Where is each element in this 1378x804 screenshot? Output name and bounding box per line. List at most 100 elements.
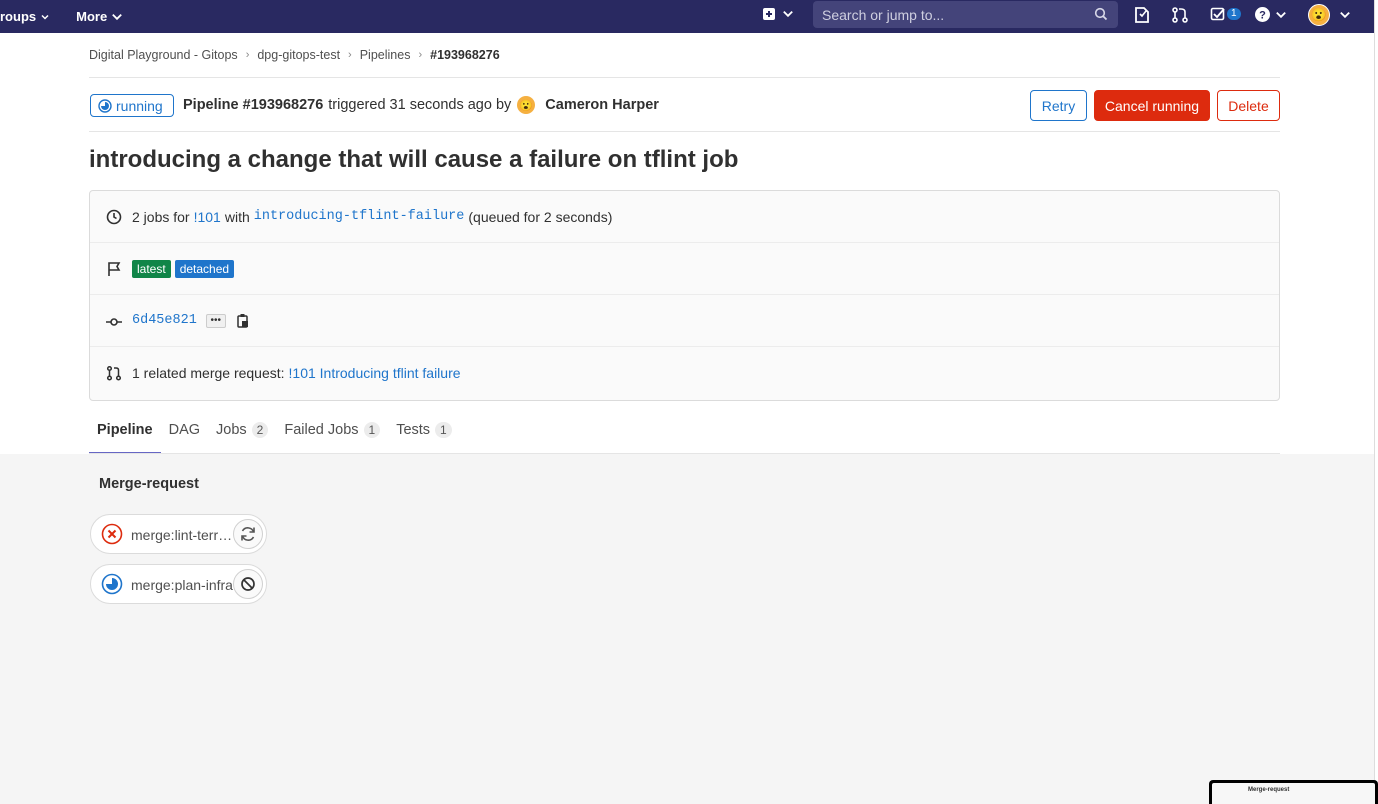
job-name: merge:plan-infra [131,577,233,593]
tab-tests[interactable]: Tests 1 [388,414,460,454]
top-navbar: roups More 1 ? 😮 [0,0,1374,33]
chevron-right-icon: › [418,49,423,61]
pipeline-status-badge[interactable]: running [90,94,174,117]
tab-count-badge: 1 [435,422,452,438]
chevron-down-icon [1276,11,1286,18]
cancel-running-button[interactable]: Cancel running [1094,90,1210,121]
tab-count-badge: 1 [363,422,381,438]
help-icon: ? [1255,7,1270,22]
queued-text: (queued for 2 seconds) [468,208,613,225]
status-running-icon [101,573,123,595]
divider [89,131,1280,132]
chevron-right-icon: › [245,49,250,61]
pipeline-id-label: Pipeline #193968276 [183,97,324,113]
commit-info: 6d45e821 ••• [132,313,250,328]
status-running-icon [98,98,112,113]
merge-requests-icon[interactable] [1171,6,1189,24]
user-menu[interactable]: 😮 [1308,4,1351,26]
tab-jobs[interactable]: Jobs 2 [208,414,276,454]
tab-pipeline[interactable]: Pipeline [89,414,161,454]
author-name[interactable]: Cameron Harper [545,97,659,113]
author-avatar[interactable]: 😮 [517,96,536,114]
related-mr-row: 1 related merge request: !101 Introducin… [90,347,1279,399]
commit-row: 6d45e821 ••• [90,295,1279,347]
merge-request-icon [106,365,122,381]
labels-row: latest detached [90,243,1279,295]
new-menu-button[interactable] [762,7,794,21]
page-title: introducing a change that will cause a f… [89,146,739,173]
issues-icon[interactable] [1134,6,1150,24]
tab-label: Pipeline [97,422,153,438]
triggered-text: triggered 31 seconds ago by [328,97,512,113]
chevron-down-icon [1340,11,1350,19]
plus-square-icon [763,8,775,20]
breadcrumb: Digital Playground - Gitops › dpg-gitops… [89,48,500,62]
breadcrumb-pipelines[interactable]: Pipelines [360,48,411,62]
jobs-info-row: 2 jobs for !101 with introducing-tflint-… [90,191,1279,243]
expand-commit-message-button[interactable]: ••• [205,313,226,328]
flag-icon [108,262,121,276]
search-box[interactable] [813,1,1118,28]
clock-icon [106,209,122,225]
help-menu[interactable]: ? [1254,6,1287,23]
tab-count-badge: 2 [251,422,269,438]
chevron-right-icon: › [348,49,352,61]
jobs-prefix: 2 jobs for [132,208,190,225]
cancel-icon [241,577,255,591]
job-lint-terraform[interactable]: merge:lint-terraform [90,514,267,554]
retry-button[interactable]: Retry [1030,90,1087,121]
branch-link[interactable]: introducing-tflint-failure [254,209,465,224]
related-prefix: 1 related merge request: [132,365,285,381]
groups-menu-label: roups [0,9,37,24]
pipeline-header-text: Pipeline #193968276 triggered 31 seconds… [183,96,659,114]
chevron-down-icon [112,13,123,20]
status-failed-icon [101,523,123,545]
tab-dag[interactable]: DAG [161,414,208,454]
todos-button[interactable]: 1 [1210,6,1241,22]
with-text: with [224,208,250,225]
divider [89,77,1280,78]
labels: latest detached [132,259,235,278]
breadcrumb-group[interactable]: Digital Playground - Gitops [89,48,238,62]
nav-left: roups More [0,0,137,33]
tab-label: Jobs [216,422,247,438]
related-mr-link[interactable]: !101 Introducing tflint failure [289,365,461,381]
pipeline-tabs: Pipeline DAG Jobs 2 Failed Jobs 1 Tests … [89,414,460,454]
retry-icon [241,527,255,541]
pipeline-status-text: running [116,97,163,114]
tab-label: DAG [168,422,201,438]
groups-menu[interactable]: roups [0,9,50,24]
delete-button[interactable]: Delete [1217,90,1280,121]
job-plan-infra[interactable]: merge:plan-infra [90,564,267,604]
pipeline-info-box: 2 jobs for !101 with introducing-tflint-… [89,190,1280,401]
jobs-info: 2 jobs for !101 with introducing-tflint-… [132,209,612,225]
related-mr-info: 1 related merge request: !101 Introducin… [132,365,461,381]
pipeline-graph [0,454,1374,804]
stage-title: Merge-request [99,476,199,492]
chevron-down-icon [41,14,49,20]
graph-minimap[interactable]: Merge-request [1209,780,1378,804]
minimap-label: Merge-request [1212,783,1375,804]
scrollbar-edge [1374,0,1378,804]
breadcrumb-project[interactable]: dpg-gitops-test [257,48,340,62]
retry-job-button[interactable] [233,519,263,549]
svg-text:?: ? [1259,10,1266,22]
latest-label: latest [132,259,171,278]
job-name: merge:lint-terraform [131,527,237,543]
tab-label: Failed Jobs [284,422,359,438]
clipboard-icon[interactable] [236,313,250,328]
more-menu[interactable]: More [76,9,123,24]
user-avatar: 😮 [1308,4,1330,26]
todo-check-icon [1210,7,1225,21]
mr-ref-link[interactable]: !101 [194,209,221,225]
more-menu-label: More [76,9,108,24]
cancel-job-button[interactable] [233,569,263,599]
search-input[interactable] [822,6,1087,23]
todo-count-badge: 1 [1227,8,1241,20]
search-icon [1094,7,1108,21]
commit-sha-link[interactable]: 6d45e821 [132,313,197,328]
breadcrumb-current[interactable]: #193968276 [430,48,500,62]
tab-failed-jobs[interactable]: Failed Jobs 1 [276,414,388,454]
commit-icon [106,318,122,326]
detached-label: detached [174,259,235,278]
